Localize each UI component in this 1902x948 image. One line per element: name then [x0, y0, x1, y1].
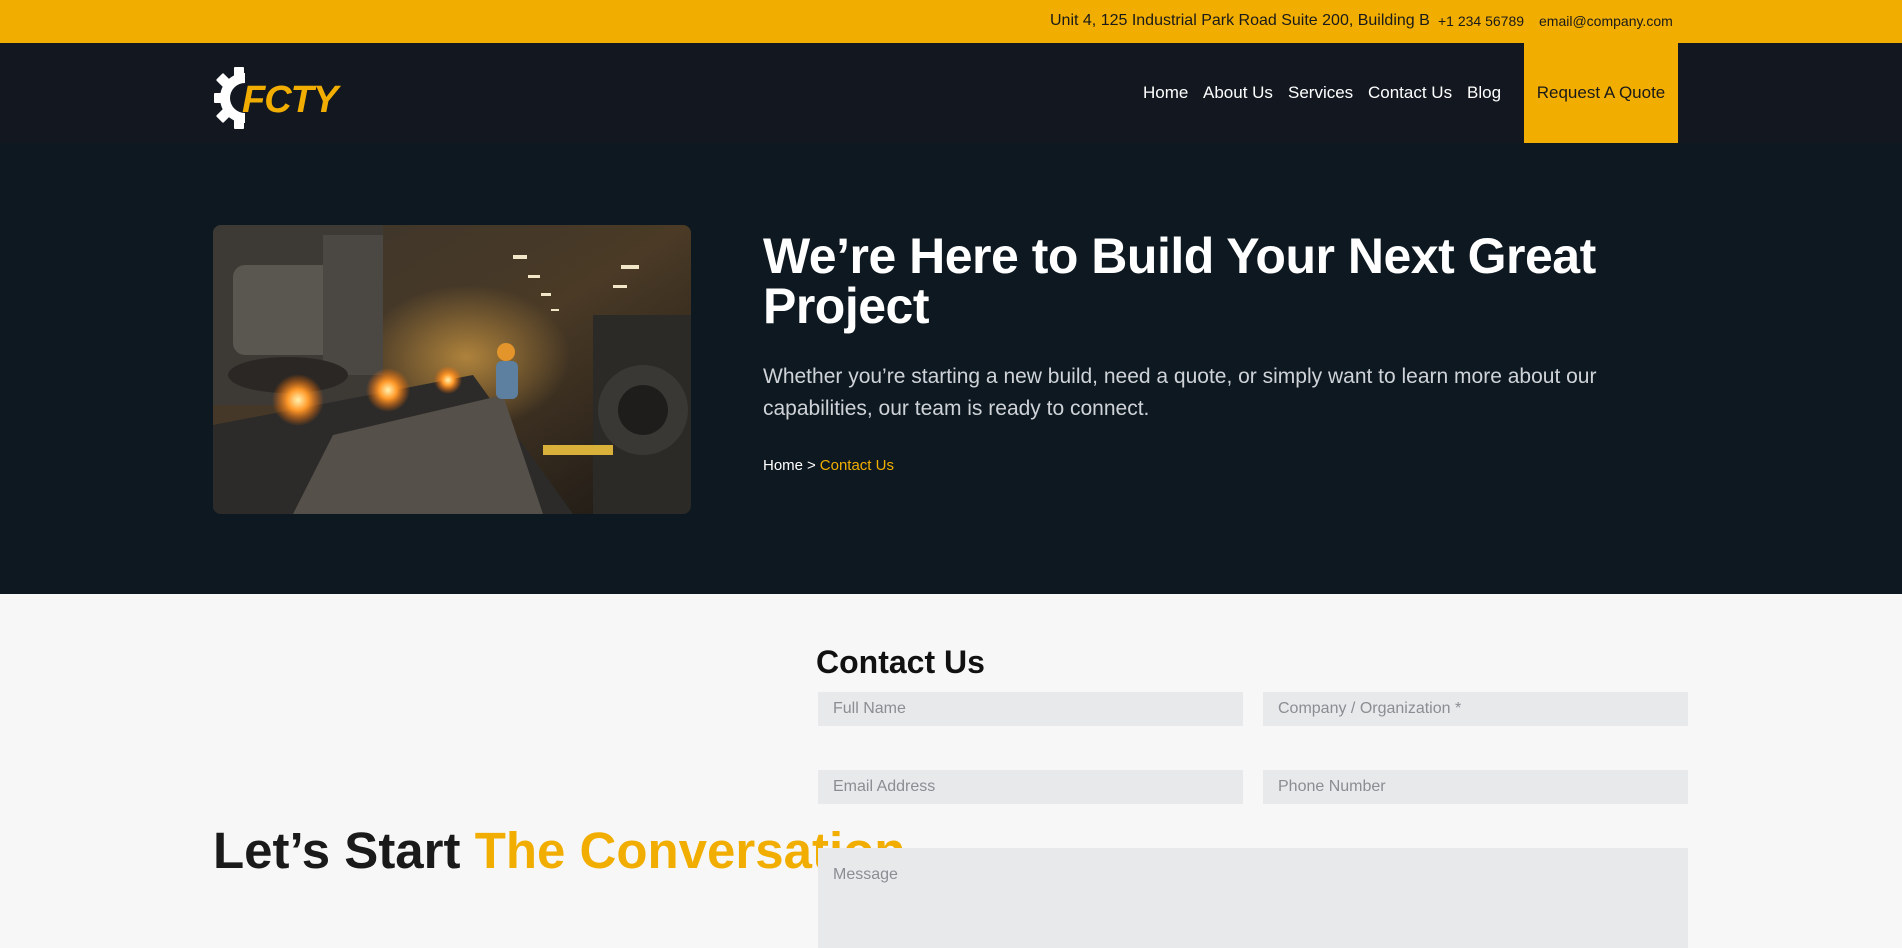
email-input[interactable]: [818, 770, 1243, 804]
breadcrumb-current: Contact Us: [819, 457, 894, 474]
message-textarea[interactable]: [818, 848, 1688, 948]
nav-contact-us[interactable]: Contact Us: [1368, 83, 1452, 103]
logo[interactable]: FCTY: [212, 65, 342, 131]
address-text: Unit 4, 125 Industrial Park Road Suite 2…: [1050, 12, 1430, 29]
contact-form-title: Contact Us: [816, 644, 985, 680]
breadcrumb: Home > Contact Us: [763, 457, 894, 474]
breadcrumb-home[interactable]: Home: [763, 457, 803, 474]
conversation-heading: Let’s Start The Conversation: [213, 822, 905, 879]
hero-subtitle: Whether you’re starting a new build, nee…: [763, 365, 1597, 420]
nav-home[interactable]: Home: [1143, 83, 1188, 103]
hero-title: We’re Here to Build Your Next Great Proj…: [763, 228, 1596, 334]
logo-text: FCTY: [242, 79, 338, 121]
top-info-bar: Unit 4, 125 Industrial Park Road Suite 2…: [0, 0, 1902, 43]
hero-section: We’re Here to Build Your Next Great Proj…: [0, 143, 1902, 594]
breadcrumb-separator: >: [807, 457, 816, 474]
main-navbar: FCTY Home About Us Services Contact Us B…: [0, 43, 1902, 143]
nav-about-us[interactable]: About Us: [1203, 83, 1273, 103]
full-name-input[interactable]: [818, 692, 1243, 726]
company-input[interactable]: [1263, 692, 1688, 726]
nav-services[interactable]: Services: [1288, 83, 1353, 103]
request-quote-button[interactable]: Request A Quote: [1524, 43, 1678, 143]
factory-illustration: [213, 225, 691, 514]
phone-text[interactable]: +1 234 56789: [1438, 13, 1524, 29]
heading-part-1: Let’s Start: [213, 822, 475, 879]
phone-input[interactable]: [1263, 770, 1688, 804]
nav-blog[interactable]: Blog: [1467, 83, 1501, 103]
email-text[interactable]: email@company.com: [1539, 13, 1673, 29]
factory-hero-image: [213, 225, 691, 514]
